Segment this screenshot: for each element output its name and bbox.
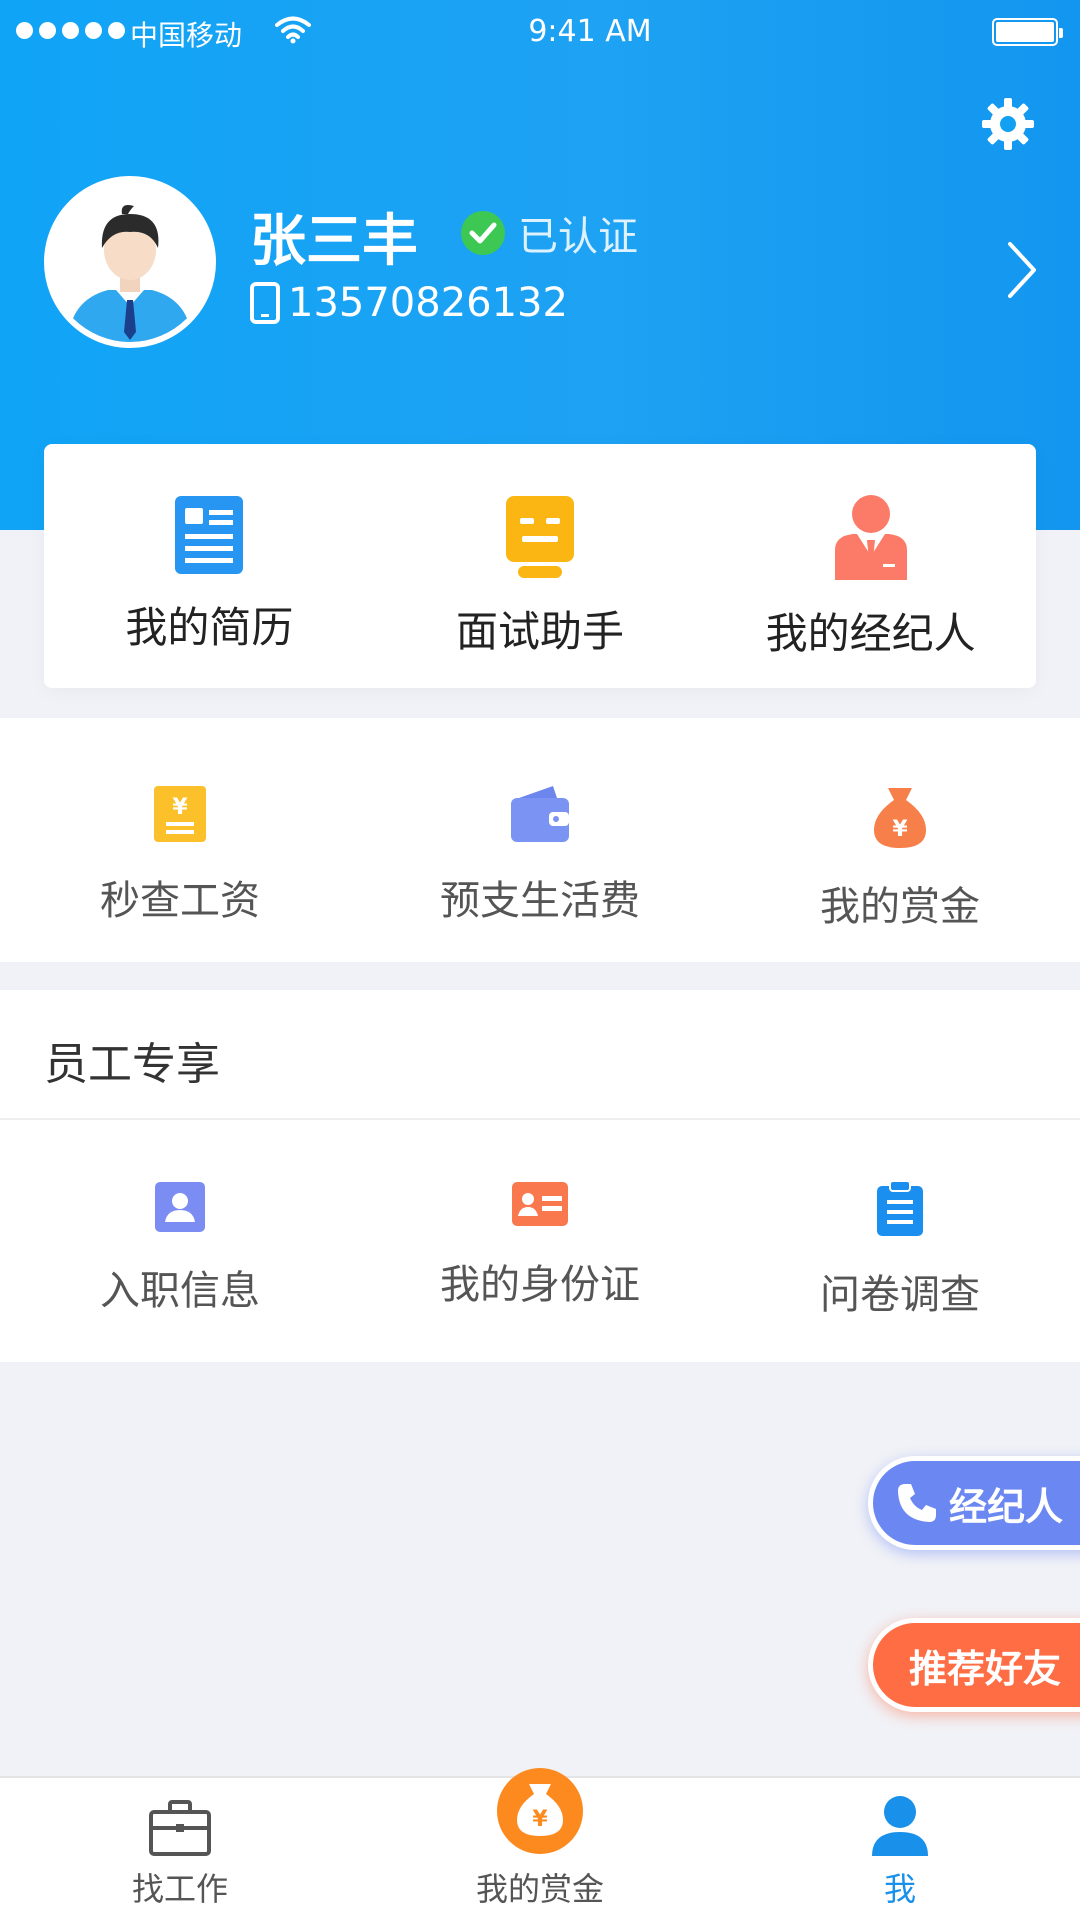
- user-icon: [872, 1796, 928, 1856]
- employee-exclusive-section: 员工专享 入职信息 我的身份证 问卷调查: [0, 990, 1080, 1362]
- finance-section: ¥ 秒查工资 预支生活费 ¥ 我的赏金: [0, 718, 1080, 962]
- avatar[interactable]: [44, 176, 216, 348]
- tab-find-job[interactable]: 找工作: [0, 1778, 360, 1920]
- robot-icon: [506, 496, 574, 578]
- my-id-card-entry[interactable]: 我的身份证: [360, 1120, 720, 1320]
- my-bounty-entry[interactable]: ¥ 我的赏金: [720, 718, 1080, 962]
- call-agent-button[interactable]: 经纪人: [868, 1456, 1080, 1550]
- tab-find-job-label: 找工作: [131, 1870, 228, 1908]
- svg-text:¥: ¥: [532, 1807, 548, 1832]
- survey-label: 问卷调查: [820, 1272, 980, 1318]
- tab-my-bounty-label: 我的赏金: [475, 1870, 604, 1908]
- money-bag-icon: ¥: [874, 788, 926, 848]
- salary-doc-icon: ¥: [154, 786, 206, 842]
- chevron-right-icon[interactable]: [1004, 240, 1040, 300]
- money-bag-icon: ¥: [497, 1768, 583, 1854]
- resume-label: 我的简历: [125, 603, 294, 652]
- user-name: 张三丰: [250, 209, 418, 274]
- bottom-tab-bar: 找工作 ¥ 我的赏金 我: [0, 1768, 1080, 1920]
- tab-me-label: 我: [883, 1870, 916, 1908]
- phone-icon: [898, 1484, 936, 1522]
- id-card-icon: [512, 1182, 568, 1226]
- resume-entry[interactable]: 我的简历: [44, 444, 375, 688]
- refer-friend-label: 推荐好友: [909, 1646, 1062, 1691]
- onboarding-info-entry[interactable]: 入职信息: [0, 1120, 360, 1320]
- gear-icon[interactable]: [980, 96, 1036, 152]
- my-agent-label: 我的经纪人: [765, 609, 976, 658]
- svg-text:¥: ¥: [172, 795, 188, 820]
- advance-living-entry[interactable]: 预支生活费: [360, 718, 720, 962]
- phone-row: 13570826132: [250, 280, 568, 326]
- quick-actions-card: 我的简历 面试助手 我的经纪人: [44, 444, 1036, 688]
- call-agent-label: 经纪人: [949, 1484, 1064, 1529]
- refer-friend-button[interactable]: 推荐好友: [868, 1618, 1080, 1712]
- person-card-icon: [155, 1182, 205, 1232]
- my-id-card-label: 我的身份证: [440, 1262, 640, 1308]
- clipboard-icon: [877, 1180, 923, 1236]
- phone-number: 13570826132: [288, 280, 568, 326]
- advance-living-label: 预支生活费: [440, 878, 640, 924]
- salary-check-entry[interactable]: ¥ 秒查工资: [0, 718, 360, 962]
- my-bounty-label: 我的赏金: [820, 884, 980, 930]
- resume-icon: [175, 496, 244, 574]
- briefcase-icon: [149, 1800, 211, 1856]
- check-circle-icon: [461, 211, 505, 255]
- mobile-phone-icon: [250, 282, 280, 324]
- my-agent-entry[interactable]: 我的经纪人: [705, 444, 1036, 688]
- interview-assistant-label: 面试助手: [456, 607, 625, 656]
- wallet-icon: [511, 786, 569, 842]
- verified-label: 已认证: [518, 214, 638, 260]
- section-title: 员工专享: [0, 990, 1080, 1120]
- avatar-illustration: [50, 182, 210, 342]
- verified-badge: 已认证: [460, 204, 638, 262]
- svg-text:¥: ¥: [892, 817, 908, 842]
- tab-my-bounty[interactable]: ¥ 我的赏金: [360, 1768, 720, 1920]
- status-bar: 中国移动 9:41 AM: [0, 0, 1080, 64]
- tab-me[interactable]: 我: [720, 1778, 1080, 1920]
- agent-person-icon: [834, 495, 907, 580]
- battery-icon: [992, 18, 1063, 46]
- interview-assistant-entry[interactable]: 面试助手: [375, 444, 706, 688]
- onboarding-info-label: 入职信息: [100, 1268, 260, 1314]
- survey-entry[interactable]: 问卷调查: [720, 1120, 1080, 1320]
- status-time: 9:41 AM: [528, 14, 652, 49]
- salary-check-label: 秒查工资: [100, 878, 260, 924]
